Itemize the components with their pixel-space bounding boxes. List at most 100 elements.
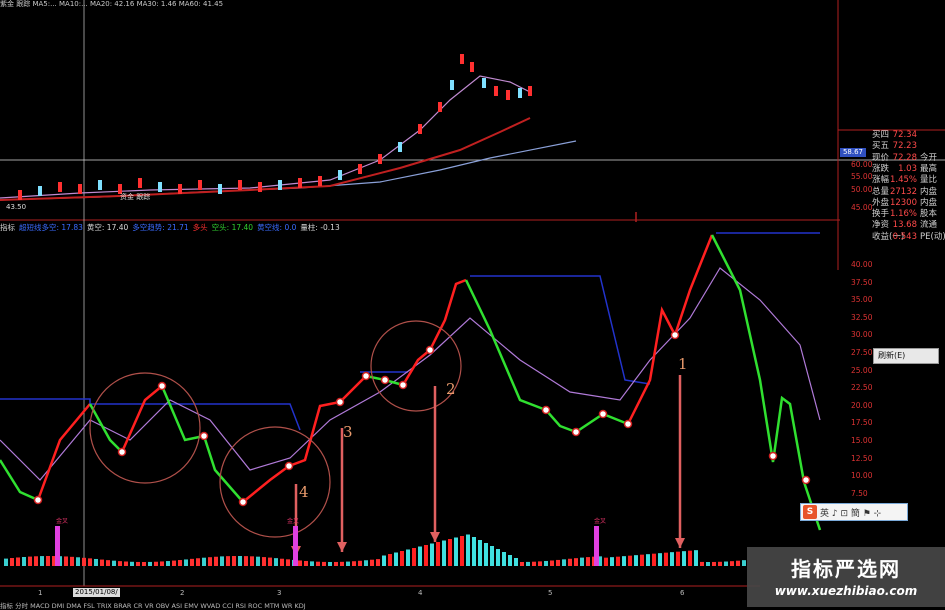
volume-bar [550, 560, 554, 566]
quote-value: 13.68 [892, 220, 917, 231]
volume-bar [16, 557, 20, 566]
candlestick [518, 88, 522, 98]
time-axis-tick: 4 [418, 589, 423, 597]
oscillator-rise-line [288, 375, 367, 468]
volume-bar [112, 560, 116, 566]
volume-bar [94, 558, 98, 566]
price-axis-tick: 50.00 [851, 185, 873, 194]
oscillator-rise-line [626, 234, 714, 425]
volume-bar [604, 557, 608, 566]
refresh-menu-item[interactable]: 刷新(E) [873, 348, 939, 364]
sogou-logo-icon[interactable]: S [803, 505, 817, 519]
volume-bar [280, 558, 284, 566]
indicator-legend-item: 黄空: 17.40 [86, 223, 129, 232]
annotation-number-4: 4 [299, 483, 309, 501]
volume-bar [106, 560, 110, 566]
volume-bar [520, 561, 524, 566]
candlestick [438, 102, 442, 112]
oscillator-rise-line [120, 385, 163, 453]
volume-bar [640, 554, 644, 566]
volume-bar [700, 561, 704, 566]
arrow-head [675, 538, 685, 548]
quote-label: 买四 [872, 130, 890, 140]
candlestick [238, 180, 242, 190]
volume-bar [574, 558, 578, 566]
watermark-title: 指标严选网 [791, 557, 901, 581]
candlestick [298, 178, 302, 188]
quote-value: 72.34 [892, 130, 917, 140]
volume-bar [454, 537, 458, 566]
candlestick [38, 186, 42, 196]
volume-bar [226, 556, 230, 566]
volume-bar [46, 556, 50, 566]
indicator-legend-item: 黄空线: 0.0 [257, 223, 297, 232]
oscillator-rise-line [242, 464, 290, 503]
indicator-axis-tick: 12.50 [851, 453, 873, 463]
volume-bar [556, 559, 560, 566]
volume-bar [340, 561, 344, 566]
volume-bar [166, 561, 170, 566]
indicator-axis-tick: 32.50 [851, 312, 873, 322]
indicator-legend-item: 量柱: -0.13 [300, 223, 340, 232]
quote-unit: 股本 [920, 209, 938, 220]
indicator-axis-tick: 7.50 [851, 488, 868, 498]
volume-bar [328, 561, 332, 566]
volume-bar [514, 558, 518, 566]
volume-bar [484, 543, 488, 566]
time-axis-tick: 2 [180, 589, 185, 597]
volume-bar [382, 555, 386, 566]
quote-unit: 量比 [920, 175, 938, 186]
signal-dot [398, 380, 408, 390]
volume-bar [622, 556, 626, 566]
volume-bar [532, 561, 536, 566]
signal-bar [594, 526, 599, 566]
volume-bar [508, 555, 512, 566]
volume-bar [298, 560, 302, 566]
indicator-axis-tick: 30.00 [851, 330, 873, 340]
ime-toolbar[interactable]: S 英 ♪ ⊡ 簡 ⚑ ⊹ [800, 503, 908, 521]
volume-bar [136, 561, 140, 566]
volume-bar [460, 536, 464, 566]
volume-bar [178, 560, 182, 566]
candlestick [218, 184, 222, 194]
volume-bar [172, 560, 176, 566]
volume-bar [400, 551, 404, 566]
volume-bar [316, 561, 320, 566]
volume-bar [202, 557, 206, 566]
fund-tracking-label: 资金 跟踪 [120, 193, 151, 201]
ime-controls[interactable]: 英 ♪ ⊡ 簡 ⚑ ⊹ [820, 506, 881, 519]
oscillator-fall-line [710, 234, 822, 531]
volume-bar [736, 560, 740, 566]
arrow-head [430, 532, 440, 542]
volume-bar [214, 556, 218, 566]
annotation-number-2: 2 [446, 380, 456, 398]
volume-bar [352, 561, 356, 566]
volume-bar [478, 540, 482, 566]
signal-dot [571, 427, 581, 437]
volume-bar [208, 557, 212, 566]
volume-bar [286, 559, 290, 566]
golden-cross-tag: 金叉 [56, 518, 69, 525]
quote-unit: 最高 [920, 163, 938, 174]
indicator-legend-item: 指标 [0, 223, 15, 232]
volume-bar [160, 561, 164, 566]
volume-bar [448, 539, 452, 566]
volume-bar [370, 559, 374, 566]
volume-bar [268, 557, 272, 566]
annotation-number-3: 3 [343, 423, 353, 441]
volume-bar [742, 560, 746, 566]
golden-cross-tag: 金叉 [287, 518, 300, 525]
volume-bar [682, 551, 686, 566]
volume-bar [502, 552, 506, 566]
signal-dot [425, 345, 435, 355]
volume-bar [232, 556, 236, 566]
volume-bar [670, 552, 674, 566]
volume-bar [22, 556, 26, 566]
golden-cross-tag: 金叉 [594, 518, 607, 525]
quote-value: 72.28 [892, 152, 917, 163]
volume-bar [256, 556, 260, 566]
volume-bar [610, 557, 614, 566]
candlestick [98, 180, 102, 190]
signal-dot [670, 330, 680, 340]
volume-bar [712, 561, 716, 566]
